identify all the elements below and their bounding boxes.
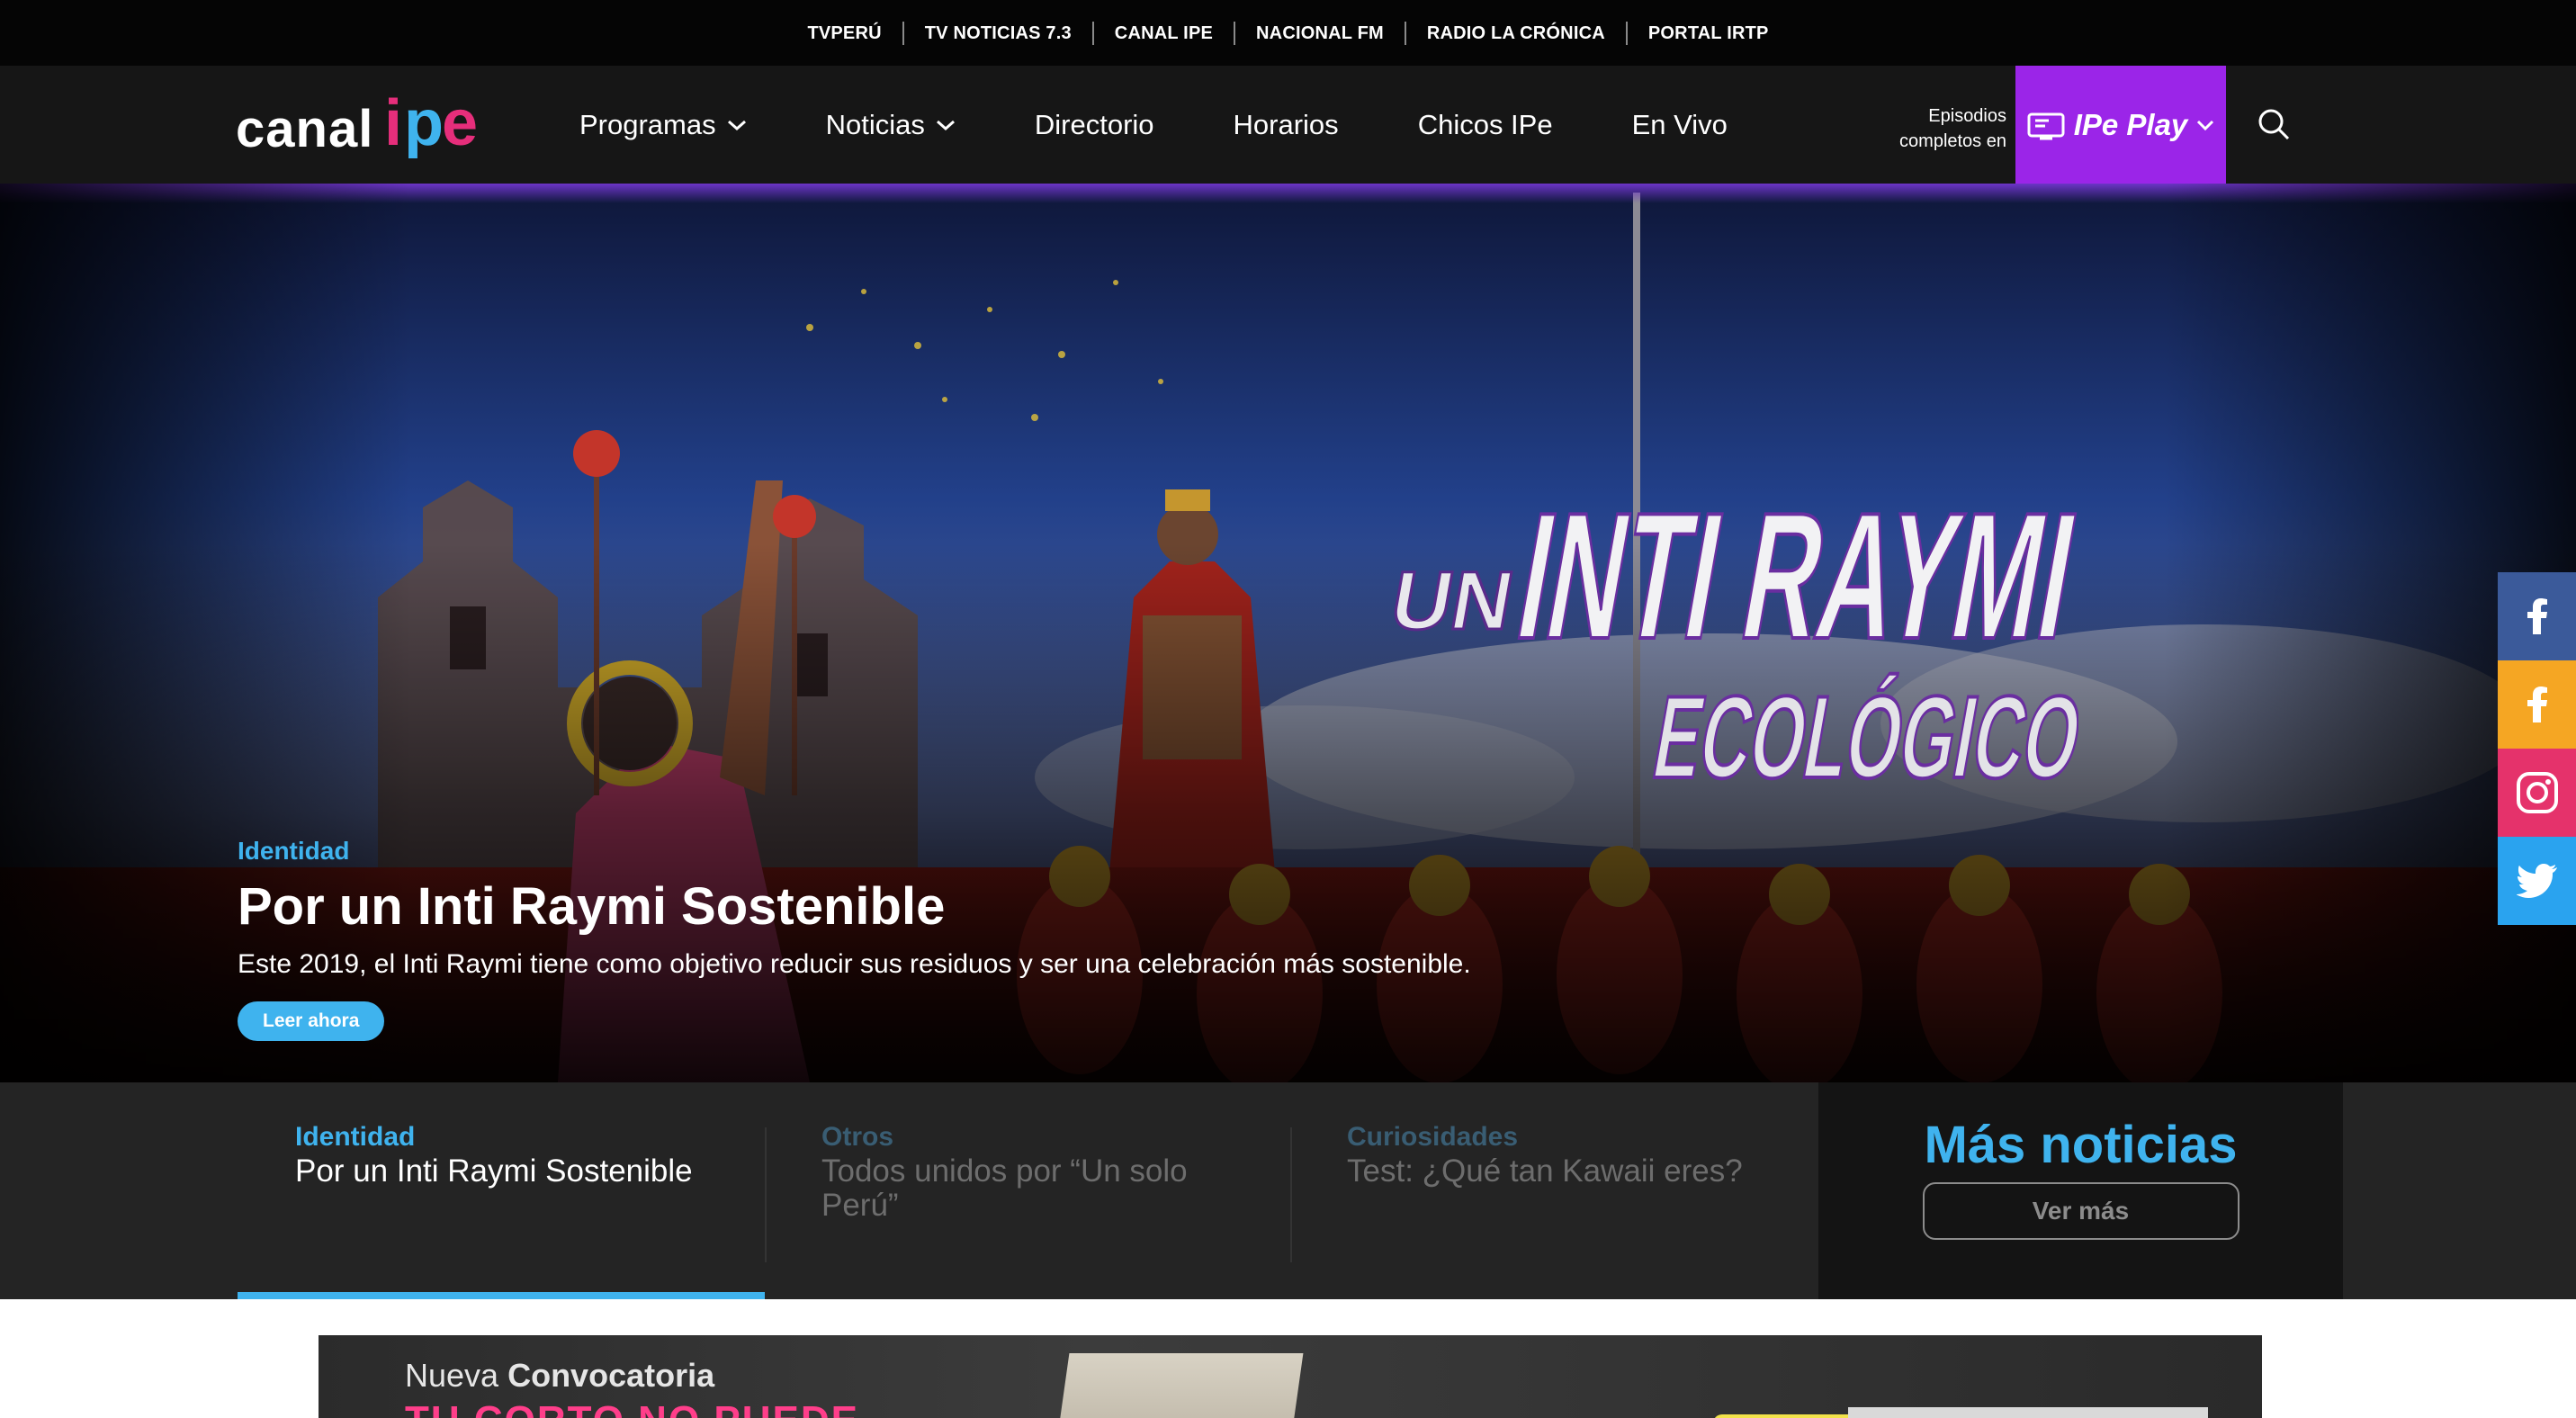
news-tab-title: Por un Inti Raymi Sostenible (295, 1153, 693, 1189)
see-more-button[interactable]: Ver más (1922, 1182, 2239, 1240)
network-bar: TVPERÚ TV NOTICIAS 7.3 CANAL IPE NACIONA… (0, 0, 2576, 66)
ipe-play-label: IPe Play (2073, 107, 2188, 141)
hero-description: Este 2019, el Inti Raymi tiene como obje… (238, 949, 1471, 979)
banner-headline-bold: Convocatoria (507, 1357, 715, 1394)
banner-graphic (1848, 1407, 2208, 1418)
ipe-play-button[interactable]: IPe Play (2015, 66, 2226, 184)
hero-art-title-sub: ECOLÓGICO (1645, 671, 2078, 803)
hero-title[interactable]: Por un Inti Raymi Sostenible (238, 876, 1947, 937)
news-tab-title: Test: ¿Qué tan Kawaii eres? (1347, 1153, 1743, 1189)
network-link-tv-noticias[interactable]: TV NOTICIAS 7.3 (904, 21, 1094, 45)
banner-subline: TU CORTO NO PUEDE (405, 1398, 859, 1418)
main-header: canal i p e Programas Noticias Directori… (0, 66, 2576, 184)
chevron-down-icon (2197, 120, 2214, 130)
network-link-radio-la-cronica[interactable]: RADIO LA CRÓNICA (1406, 21, 1628, 45)
nav-directorio-label: Directorio (1034, 108, 1154, 140)
twitter-share-button[interactable] (2498, 837, 2576, 925)
news-tab-title: Todos unidos por “Un solo Perú” (821, 1153, 1188, 1223)
hero-slider: UN INTI RAYMI ECOLÓGICO Identidad Por un… (0, 184, 2576, 1082)
nav-chicos-ipe[interactable]: Chicos IPe (1418, 109, 1553, 141)
network-link-portal-irtp[interactable]: PORTAL IRTP (1628, 22, 1790, 45)
news-tab-3[interactable]: Curiosidades Test: ¿Qué tan Kawaii eres? (1347, 1082, 1797, 1299)
news-tab-1[interactable]: Identidad Por un Inti Raymi Sostenible (295, 1082, 745, 1299)
news-tab-2[interactable]: Otros Todos unidos por “Un solo Perú” (821, 1082, 1271, 1299)
news-tab-category: Otros (821, 1122, 894, 1152)
nav-horarios[interactable]: Horarios (1234, 109, 1339, 141)
network-link-canal-ipe[interactable]: CANAL IPE (1094, 21, 1236, 45)
more-news-panel: Más noticias Ver más (1818, 1082, 2343, 1299)
nav-programas[interactable]: Programas (579, 109, 747, 141)
active-tab-indicator (238, 1292, 765, 1299)
nav-noticias-label: Noticias (825, 108, 925, 140)
hero-art-title-big: INTI RAYMI (1505, 475, 2078, 676)
episodes-line-1: Episodios (1928, 106, 2006, 126)
instagram-icon (2516, 772, 2558, 813)
nav-en-vivo-label: En Vivo (1631, 108, 1728, 140)
ipe-logo-mark: i p e (384, 87, 478, 159)
tab-divider (765, 1127, 767, 1262)
logo-text: canal (236, 99, 374, 158)
nav-chicos-ipe-label: Chicos IPe (1417, 108, 1553, 140)
read-now-button[interactable]: Leer ahora (238, 1001, 385, 1041)
network-link-tvperu[interactable]: TVPERÚ (786, 21, 904, 45)
news-tab-category: Identidad (295, 1122, 416, 1152)
search-button[interactable] (2249, 100, 2298, 148)
news-tab-category: Curiosidades (1347, 1122, 1519, 1152)
tv-icon (2027, 112, 2065, 139)
news-tabs: Identidad Por un Inti Raymi Sostenible O… (0, 1082, 2576, 1299)
more-news-heading: Más noticias (1924, 1116, 2238, 1174)
tab-divider (1290, 1127, 1292, 1262)
hero-art-title-small: UN (1385, 554, 1521, 647)
social-share-bar (2498, 572, 2576, 925)
svg-text:e: e (442, 87, 478, 159)
banner-headline: Nueva Convocatoria (405, 1357, 714, 1395)
facebook-icon (2527, 687, 2547, 722)
episodes-caption: Episodios completos en (1853, 103, 2006, 154)
facebook-share-button[interactable] (2498, 572, 2576, 660)
network-link-nacional-fm[interactable]: NACIONAL FM (1235, 21, 1406, 45)
main-nav: Programas Noticias Directorio Horarios C… (540, 66, 1767, 184)
promo-banner[interactable]: Nueva Convocatoria TU CORTO NO PUEDE (319, 1335, 2262, 1418)
nav-horarios-label: Horarios (1233, 108, 1339, 140)
search-icon (2258, 109, 2290, 140)
svg-text:i: i (384, 87, 402, 159)
nav-directorio[interactable]: Directorio (1035, 109, 1154, 141)
svg-text:p: p (404, 87, 444, 159)
nav-en-vivo[interactable]: En Vivo (1632, 109, 1728, 141)
chevron-down-icon (727, 120, 746, 130)
banner-graphic (1054, 1353, 1304, 1418)
hero-caption: Identidad Por un Inti Raymi Sostenible E… (238, 837, 1947, 1041)
facebook-share-button-2[interactable] (2498, 660, 2576, 749)
instagram-share-button[interactable] (2498, 749, 2576, 837)
nav-programas-label: Programas (579, 108, 716, 140)
facebook-icon (2527, 598, 2547, 634)
hero-category[interactable]: Identidad (238, 837, 1947, 866)
canal-ipe-logo[interactable]: canal i p e (236, 85, 490, 172)
chevron-down-icon (936, 120, 955, 130)
banner-headline-prefix: Nueva (405, 1357, 499, 1394)
twitter-icon (2516, 864, 2557, 898)
nav-noticias[interactable]: Noticias (826, 109, 956, 141)
episodes-line-2: completos en (1899, 131, 2006, 151)
